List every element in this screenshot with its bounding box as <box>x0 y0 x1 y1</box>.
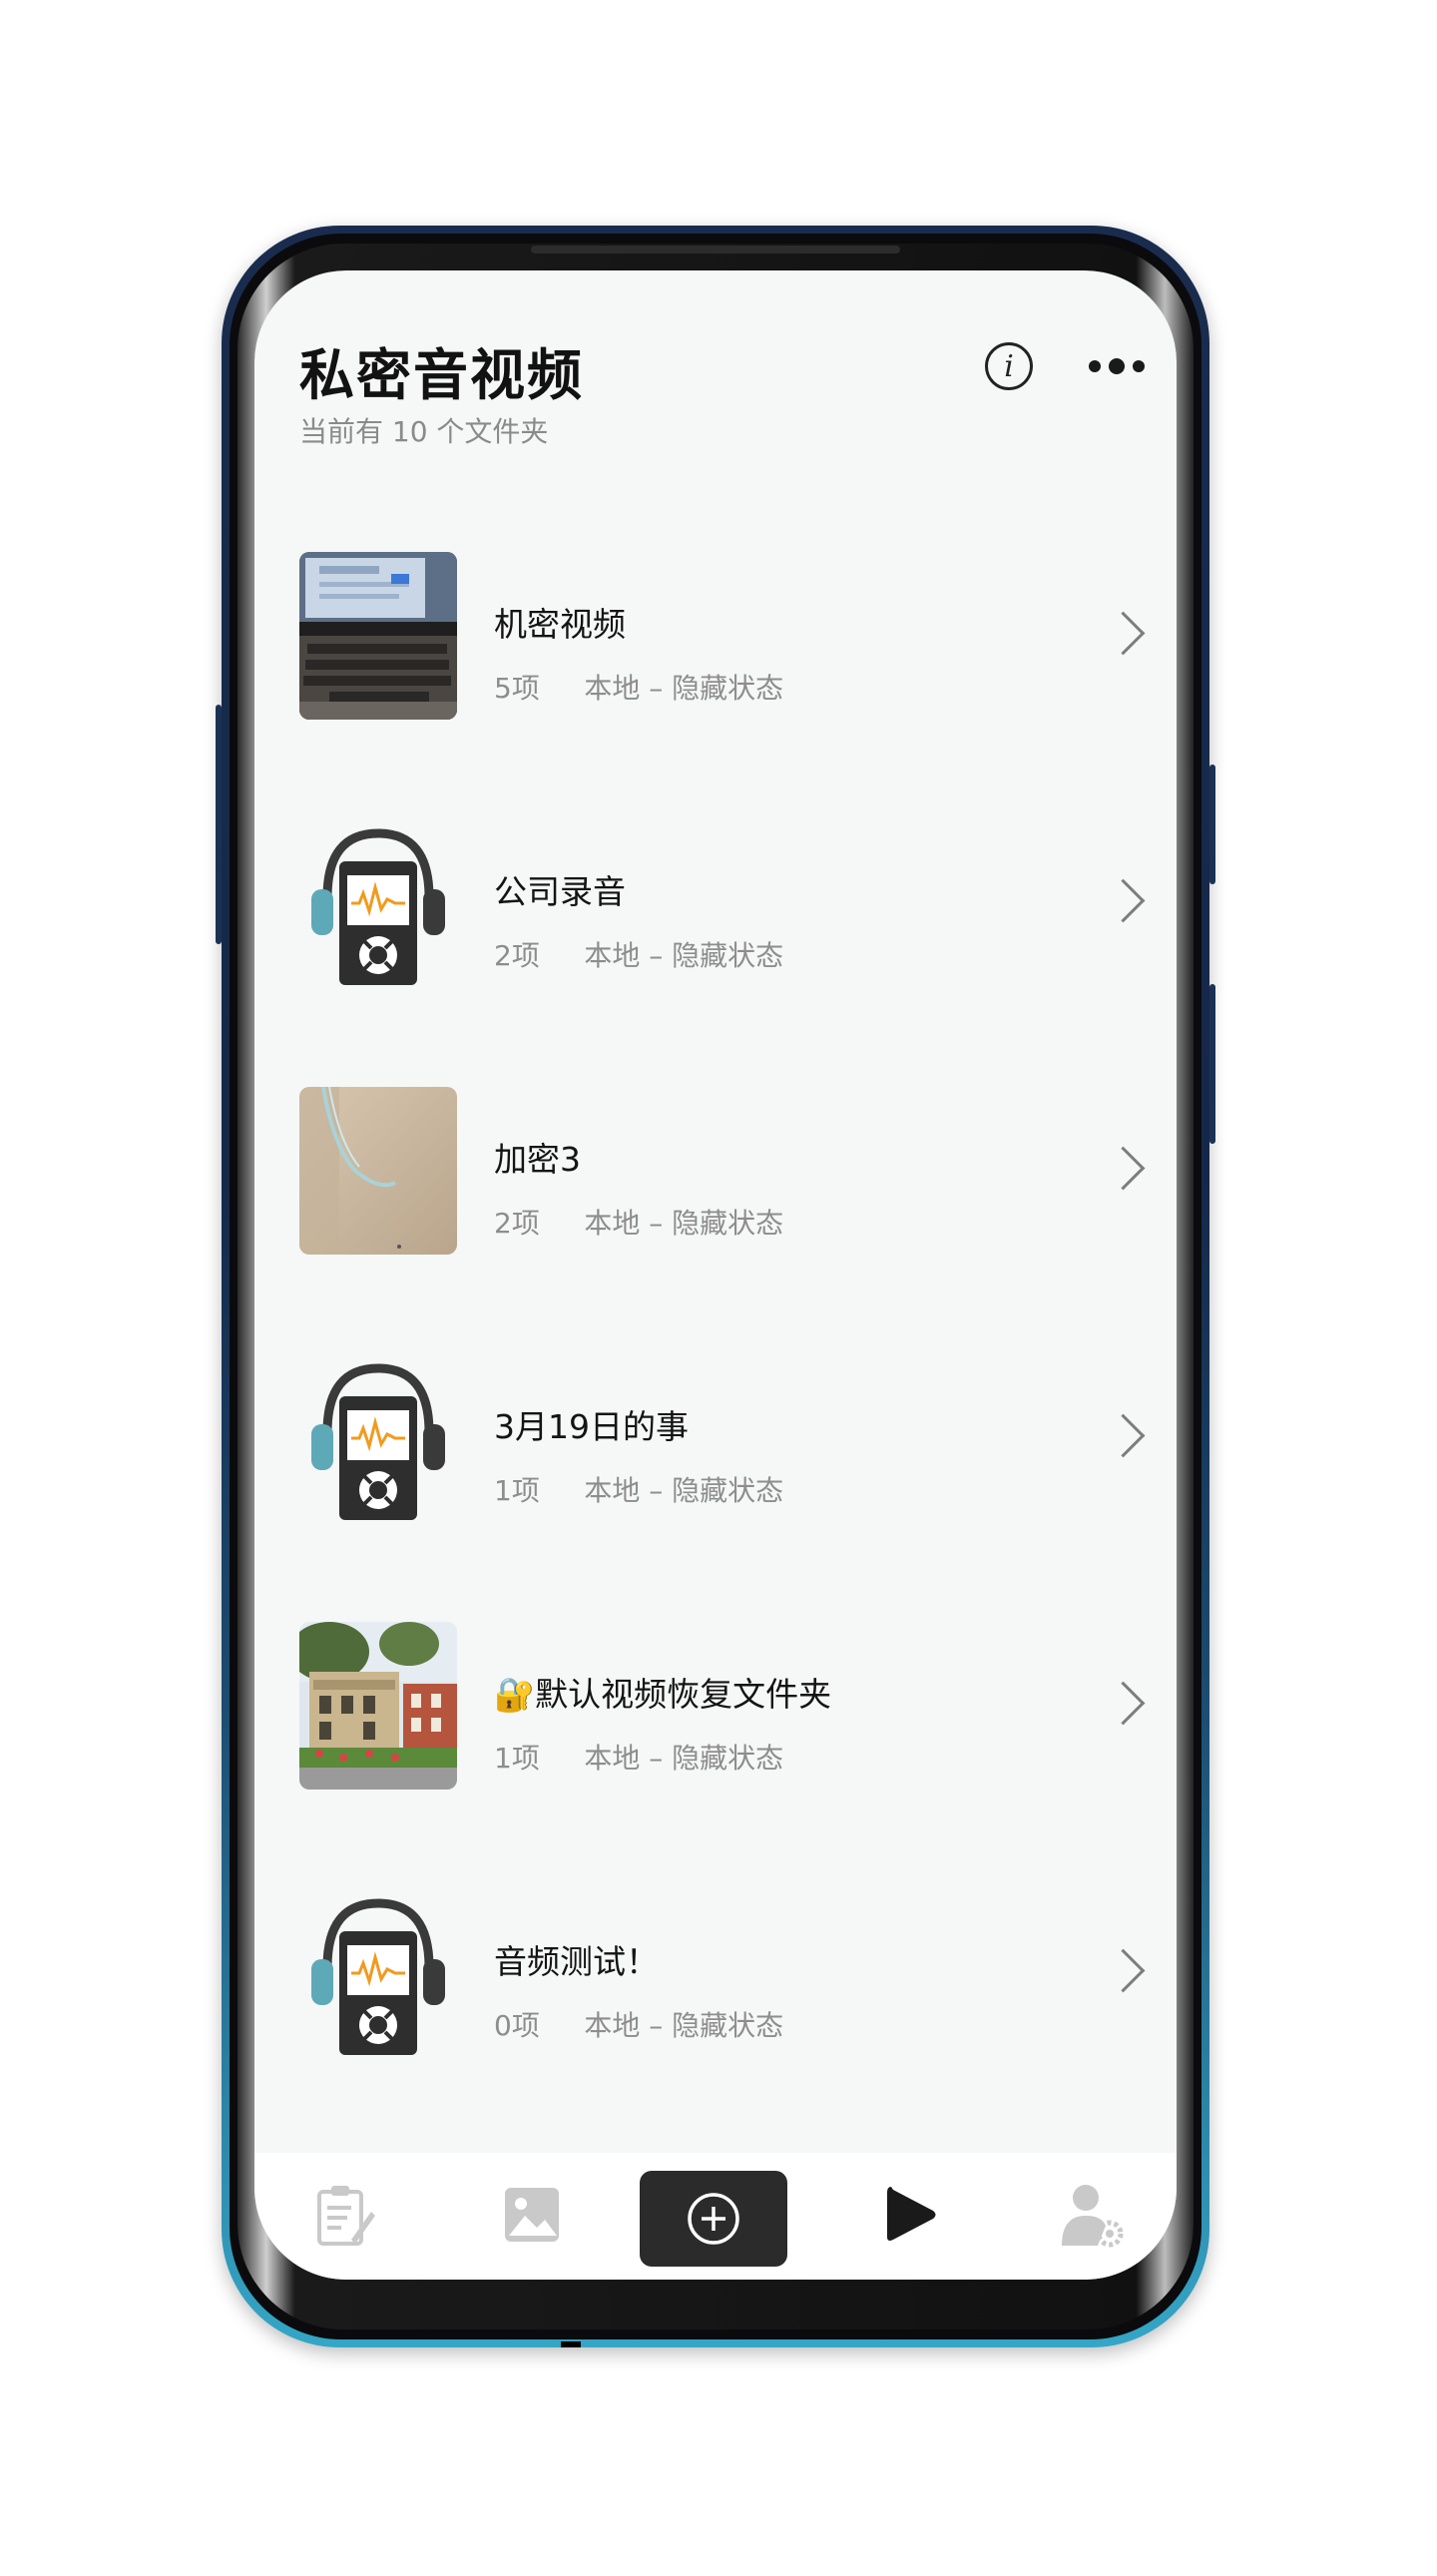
folder-row[interactable]: 加密3 2项 本地 – 隐藏状态 <box>254 1035 1177 1302</box>
photos-tab[interactable] <box>492 2175 572 2255</box>
folder-item-count: 0项 <box>494 2009 540 2042</box>
phone-side-button <box>1209 765 1215 884</box>
folder-item-count: 5项 <box>494 672 540 705</box>
folder-location: 本地 – 隐藏状态 <box>584 672 784 705</box>
folder-location: 本地 – 隐藏状态 <box>584 1742 784 1775</box>
folder-name: 加密3 <box>494 1140 581 1179</box>
chevron-right-icon <box>1101 1681 1146 1726</box>
folder-name: 音频测试！ <box>494 1942 659 1981</box>
folder-name-text: 默认视频恢复文件夹 <box>535 1675 832 1714</box>
folder-row[interactable]: 3月19日的事 1项 本地 – 隐藏状态 <box>254 1302 1177 1570</box>
video-thumbnail-buildings <box>299 1622 457 1790</box>
image-icon <box>505 2188 559 2242</box>
notes-tab[interactable] <box>304 2175 384 2255</box>
chevron-right-icon <box>1101 611 1146 656</box>
video-thumbnail-laptop <box>299 552 457 720</box>
media-tab[interactable] <box>871 2175 951 2255</box>
audio-player-headphones-icon <box>299 819 457 987</box>
phone-side-button <box>216 705 222 944</box>
user-gear-icon <box>1062 2185 1124 2248</box>
page-title: 私密音视频 <box>299 343 585 407</box>
folder-location: 本地 – 隐藏状态 <box>584 1207 784 1240</box>
folder-meta: 2项 本地 – 隐藏状态 <box>494 1202 783 1242</box>
folder-item-count: 1项 <box>494 1742 540 1775</box>
folder-meta: 1项 本地 – 隐藏状态 <box>494 1469 783 1509</box>
folder-count-subtitle: 当前有 10 个文件夹 <box>299 415 549 448</box>
plus-circle-icon <box>688 2193 739 2245</box>
folder-row[interactable]: 🔐默认视频恢复文件夹 1项 本地 – 隐藏状态 <box>254 1570 1177 1837</box>
folder-location: 本地 – 隐藏状态 <box>584 1474 784 1507</box>
folder-row[interactable]: 机密视频 5项 本地 – 隐藏状态 <box>254 500 1177 768</box>
chevron-right-icon <box>1101 1413 1146 1458</box>
chevron-right-icon <box>1101 1146 1146 1191</box>
add-tab[interactable] <box>640 2171 787 2267</box>
chevron-right-icon <box>1101 1948 1146 1993</box>
folder-name: 3月19日的事 <box>494 1407 689 1446</box>
folder-location: 本地 – 隐藏状态 <box>584 2009 784 2042</box>
lock-emoji-icon: 🔐 <box>494 1675 536 1714</box>
folder-item-count: 2项 <box>494 1207 540 1240</box>
info-icon[interactable]: i <box>985 342 1033 390</box>
play-icon <box>887 2187 936 2241</box>
folder-row[interactable]: 音频测试！ 0项 本地 – 隐藏状态 <box>254 1837 1177 2105</box>
user-settings-tab[interactable] <box>1053 2175 1133 2255</box>
folder-name: 机密视频 <box>494 605 626 644</box>
bottom-nav <box>254 2153 1177 2280</box>
phone-bottom-mark <box>561 2341 581 2347</box>
folder-meta: 5项 本地 – 隐藏状态 <box>494 667 783 707</box>
header: 私密音视频 当前有 10 个文件夹 i <box>254 270 1177 500</box>
video-thumbnail-wood-cable <box>299 1087 457 1255</box>
phone-frame: 私密音视频 当前有 10 个文件夹 i 机密视频 5项 本地 – 隐藏状态 公司… <box>216 226 1215 2347</box>
notes-edit-icon <box>317 2186 375 2246</box>
folder-meta: 1项 本地 – 隐藏状态 <box>494 1737 783 1777</box>
folder-name: 公司录音 <box>494 872 626 911</box>
folder-item-count: 2项 <box>494 939 540 972</box>
audio-player-headphones-icon <box>299 1889 457 2057</box>
app-screen: 私密音视频 当前有 10 个文件夹 i 机密视频 5项 本地 – 隐藏状态 公司… <box>254 270 1177 2280</box>
earpiece-speaker <box>531 246 900 254</box>
audio-player-headphones-icon <box>299 1354 457 1522</box>
folder-row[interactable]: 公司录音 2项 本地 – 隐藏状态 <box>254 768 1177 1035</box>
phone-side-button <box>1209 984 1215 1144</box>
folder-item-count: 1项 <box>494 1474 540 1507</box>
folder-name: 🔐默认视频恢复文件夹 <box>494 1668 831 1716</box>
folder-location: 本地 – 隐藏状态 <box>584 939 784 972</box>
folder-meta: 2项 本地 – 隐藏状态 <box>494 934 783 974</box>
folder-meta: 0项 本地 – 隐藏状态 <box>494 2004 783 2044</box>
more-horizontal-icon[interactable] <box>1089 354 1145 378</box>
chevron-right-icon <box>1101 878 1146 923</box>
